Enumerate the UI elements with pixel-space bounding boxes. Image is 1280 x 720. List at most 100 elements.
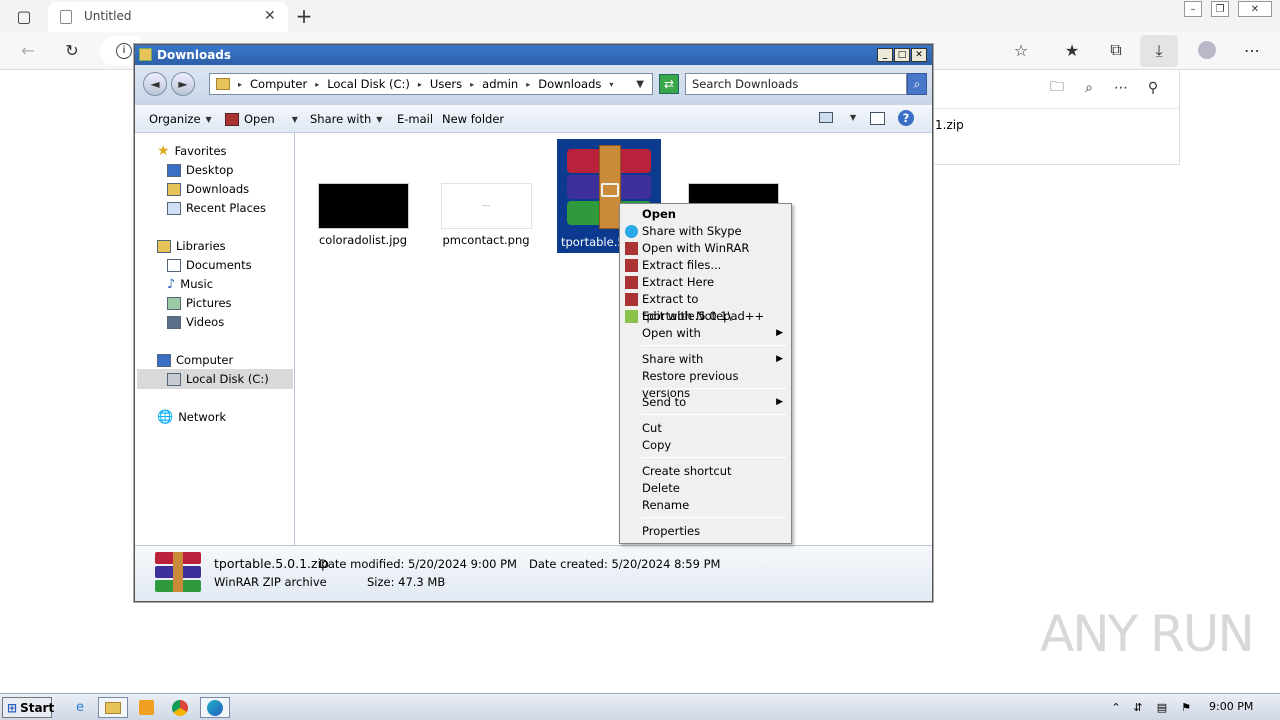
menu-create-shortcut[interactable]: Create shortcut (622, 463, 789, 480)
menu-open[interactable]: Open (622, 206, 789, 223)
menu-delete[interactable]: Delete (622, 480, 789, 497)
nav-videos[interactable]: Videos (167, 313, 224, 331)
more-icon[interactable]: ⋯ (1238, 36, 1266, 64)
menu-restore[interactable]: Restore previous versions (622, 368, 789, 400)
file-item[interactable]: — pmcontact.png (434, 183, 538, 247)
open-button[interactable]: Open ▼ (225, 112, 298, 126)
browser-tab-bar: ▢ Untitled ✕ + – ❐ ✕ (0, 0, 1280, 32)
chevron-down-icon[interactable]: ▼ (636, 79, 644, 90)
tab-actions-icon[interactable]: ▢ (10, 2, 38, 30)
drive-icon (167, 372, 181, 386)
breadcrumb-computer[interactable]: Computer (250, 77, 307, 91)
menu-extract-files[interactable]: Extract files... (622, 257, 789, 274)
menu-open-winrar[interactable]: Open with WinRAR (622, 240, 789, 257)
ie-icon[interactable]: e (68, 697, 92, 718)
command-bar: Organize ▼ Open ▼ Share with ▼ E-mail New f… (135, 105, 932, 133)
network-tray-icon[interactable]: ▤ (1150, 697, 1174, 718)
action-center-icon[interactable]: ⚑ (1174, 697, 1198, 718)
refresh-icon[interactable]: ⇄ (659, 74, 679, 94)
info-icon[interactable]: i (116, 43, 132, 59)
show-hidden-icons[interactable]: ⌃ (1104, 697, 1128, 718)
media-player-icon[interactable] (134, 697, 158, 718)
share-with-button[interactable]: Share with ▼ (310, 112, 382, 126)
back-icon[interactable]: ◄ (143, 72, 167, 96)
organize-button[interactable]: Organize ▼ (149, 112, 212, 126)
new-folder-button[interactable]: New folder (442, 112, 504, 126)
back-icon[interactable]: ← (14, 36, 42, 64)
close-icon[interactable]: ✕ (1238, 1, 1272, 17)
nav-computer[interactable]: Computer (157, 351, 233, 369)
open-folder-icon[interactable]: 🗀 (1045, 76, 1069, 100)
start-button[interactable]: ⊞ Start (2, 697, 54, 718)
breadcrumb-local-disk[interactable]: Local Disk (C:) (327, 77, 410, 91)
search-icon[interactable]: ⌕ (907, 73, 927, 95)
file-item[interactable]: coloradolist.jpg (311, 183, 415, 247)
search-icon[interactable]: ⌕ (1077, 76, 1101, 100)
menu-copy[interactable]: Copy (622, 437, 789, 454)
date-modified: Date modified: 5/20/2024 9:00 PM (319, 557, 517, 571)
restore-icon[interactable]: ❐ (1211, 1, 1229, 17)
navigation-pane: ★ Favorites Desktop Downloads Recent Plac… (137, 133, 295, 545)
chrome-icon[interactable] (168, 697, 192, 718)
clock[interactable]: 9:00 PM (1209, 700, 1253, 713)
refresh-icon[interactable]: ↻ (58, 36, 86, 64)
date-created: Date created: 5/20/2024 8:59 PM (529, 557, 721, 571)
breadcrumb-admin[interactable]: admin (482, 77, 518, 91)
menu-edit-notepad[interactable]: Edit with Notepad++ (622, 308, 789, 325)
breadcrumb-downloads[interactable]: Downloads (538, 77, 601, 91)
browser-tab[interactable]: Untitled ✕ (48, 2, 288, 32)
nav-local-disk[interactable]: Local Disk (C:) (137, 369, 293, 389)
favorites-icon[interactable]: ★ (1058, 36, 1086, 64)
menu-share-with[interactable]: Share with ▶ (622, 351, 789, 368)
downloads-icon[interactable]: ⤓ (1140, 35, 1178, 67)
minimize-icon[interactable]: _ (877, 48, 893, 62)
nav-favorites[interactable]: ★ Favorites (157, 142, 227, 160)
menu-share-skype[interactable]: Share with Skype (622, 223, 789, 240)
nav-downloads[interactable]: Downloads (167, 180, 249, 198)
more-options-icon[interactable]: ⋯ (1109, 76, 1133, 100)
recent-places-icon (167, 201, 181, 215)
maximize-icon[interactable]: □ (894, 48, 910, 62)
menu-rename[interactable]: Rename (622, 497, 789, 514)
image-thumbnail: — (440, 183, 532, 229)
nav-music[interactable]: ♪ Music (167, 275, 213, 293)
pin-icon[interactable]: ⚲ (1141, 76, 1165, 100)
usb-icon[interactable]: ⇵ (1126, 697, 1150, 718)
nav-network[interactable]: 🌐 Network (157, 408, 226, 426)
add-favorite-icon[interactable]: ☆ (1007, 36, 1035, 64)
new-tab-icon[interactable]: + (290, 2, 318, 30)
close-tab-icon[interactable]: ✕ (264, 8, 276, 24)
menu-extract-here[interactable]: Extract Here (622, 274, 789, 291)
nav-desktop[interactable]: Desktop (167, 161, 233, 179)
preview-pane-icon[interactable] (870, 112, 885, 125)
close-icon[interactable]: ✕ (911, 48, 927, 62)
winrar-archive-icon (155, 552, 201, 592)
download-item-name[interactable]: 1.zip (935, 118, 964, 132)
email-button[interactable]: E-mail (397, 112, 433, 126)
profile-icon[interactable] (1193, 36, 1221, 64)
menu-open-with[interactable]: Open with ▶ (622, 325, 789, 342)
explorer-taskbar-icon[interactable] (98, 697, 128, 718)
menu-properties[interactable]: Properties (622, 523, 789, 540)
breadcrumb-users[interactable]: Users (430, 77, 462, 91)
forward-icon[interactable]: ► (171, 72, 195, 96)
breadcrumb[interactable]: ▸ Computer ▸ Local Disk (C:) ▸ Users ▸ admi… (209, 73, 653, 95)
view-icon[interactable]: ▼ (819, 112, 856, 123)
collections-icon[interactable]: ⧉ (1102, 36, 1130, 64)
winrar-icon (625, 242, 638, 255)
edge-icon[interactable] (200, 697, 230, 718)
menu-cut[interactable]: Cut (622, 420, 789, 437)
search-input[interactable]: Search Downloads (685, 73, 907, 95)
menu-send-to[interactable]: Send to ▶ (622, 394, 789, 411)
window-title-text: Downloads (157, 48, 232, 62)
minimize-icon[interactable]: – (1184, 1, 1202, 17)
page-icon (60, 10, 72, 24)
nav-libraries[interactable]: Libraries (157, 237, 226, 255)
nav-recent-places[interactable]: Recent Places (167, 199, 266, 217)
help-icon[interactable]: ? (898, 110, 914, 126)
nav-documents[interactable]: Documents (167, 256, 252, 274)
desktop-icon (167, 163, 181, 177)
details-pane: tportable.5.0.1.zip WinRAR ZIP archive D… (135, 545, 932, 601)
menu-extract-to[interactable]: Extract to tportable.5.0.1\ (622, 291, 789, 323)
nav-pictures[interactable]: Pictures (167, 294, 232, 312)
